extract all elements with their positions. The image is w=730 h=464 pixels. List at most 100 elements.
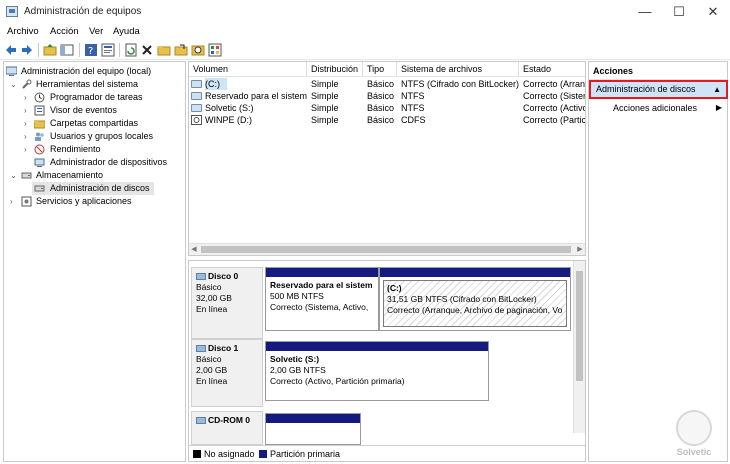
table-row[interactable]: WINPE (D:) Simple Básico CDFS Correcto (… [189,114,585,126]
menu-bar: Archivo Acción Ver Ayuda [0,24,730,40]
actions-header: Acciones [589,62,727,80]
cd-drive-icon [196,417,206,425]
tree-item-programador[interactable]: › Programador de tareas [6,91,184,104]
partition-bar [380,268,570,277]
partition-solvetic[interactable]: Solvetic (S:) 2,00 GB NTFS Correcto (Act… [265,341,489,401]
performance-icon [34,144,45,155]
show-hide-tree-icon[interactable] [60,43,74,57]
cd-drive-icon [191,115,202,125]
horizontal-scrollbar[interactable]: ◀ ▶ [189,243,585,255]
scrollbar-thumb[interactable] [201,246,571,253]
partition-bar [266,268,378,277]
window-title: Administración de equipos [24,6,142,17]
tree-item-rendimiento[interactable]: › Rendimiento [6,143,184,156]
cdrom-0-info[interactable]: CD-ROM 0 [191,411,263,445]
menu-archivo[interactable]: Archivo [7,26,39,37]
clock-icon [34,92,45,103]
chevron-right-icon[interactable]: › [24,117,27,130]
maximize-button[interactable]: ☐ [662,0,696,24]
toolbar-separator [79,43,80,57]
column-header-tipo[interactable]: Tipo [363,62,397,77]
toolbar: ? [0,40,730,60]
volume-list-header: Volumen Distribución Tipo Sistema de arc… [189,62,585,77]
menu-ver[interactable]: Ver [89,26,103,37]
menu-accion[interactable]: Acción [50,26,79,37]
chevron-right-icon[interactable]: › [10,195,13,208]
toolbar-separator [119,43,120,57]
tree-root[interactable]: Administración del equipo (local) [6,65,184,78]
volume-icon [191,80,202,88]
forward-arrow-icon[interactable] [20,43,34,57]
export-folder-icon[interactable] [174,43,188,57]
vertical-scrollbar[interactable] [573,261,585,433]
event-viewer-icon [34,105,45,116]
search-icon[interactable] [191,43,205,57]
computer-icon [6,66,17,76]
chevron-down-icon[interactable]: ⌄ [10,169,17,182]
chevron-down-icon[interactable]: ⌄ [10,78,17,91]
properties-icon[interactable] [101,43,115,57]
minimize-button[interactable]: — [628,0,662,24]
settings-icon[interactable] [208,43,222,57]
disk-icon [196,273,206,281]
open-folder-icon[interactable] [157,43,171,57]
actions-item-adicionales[interactable]: Acciones adicionales ▶ [589,101,727,115]
tree-item-servicios[interactable]: › Servicios y aplicaciones [6,195,184,208]
device-manager-icon [34,158,45,167]
tree-item-visor[interactable]: › Visor de eventos [6,104,184,117]
help-icon[interactable]: ? [84,43,98,57]
disk-1-info[interactable]: Disco 1 Básico 2,00 GB En línea [191,339,263,407]
tree-item-carpetas[interactable]: › Carpetas compartidas [6,117,184,130]
users-icon [35,132,44,141]
partition-reservado[interactable]: Reservado para el sistem 500 MB NTFS Cor… [265,267,379,331]
chevron-right-icon[interactable]: › [24,91,27,104]
disk-0-info[interactable]: Disco 0 Básico 32,00 GB En línea [191,267,263,339]
watermark-icon [676,410,712,446]
tree-item-herramientas[interactable]: ⌄ Herramientas del sistema [6,78,184,91]
actions-section-admin-discos[interactable]: Administración de discos ▲ [589,80,728,99]
refresh-icon[interactable] [124,43,138,57]
tree-item-admin-discos[interactable]: Administración de discos [32,182,154,195]
column-header-distribucion[interactable]: Distribución [307,62,363,77]
chevron-right-icon: ▶ [715,103,722,112]
partition-bar [266,342,488,351]
actions-pane: Acciones Administración de discos ▲ Acci… [588,61,728,462]
navigation-tree: Administración del equipo (local) ⌄ Herr… [3,61,186,462]
scroll-left-icon[interactable]: ◀ [189,244,199,255]
legend: No asignado Partición primaria [189,445,585,461]
partition-winpe[interactable] [265,413,361,445]
legend-swatch-unallocated [193,450,201,458]
close-button[interactable]: ✕ [696,0,730,24]
column-header-sistema-archivos[interactable]: Sistema de archivos [397,62,519,77]
table-row[interactable]: Solvetic (S:) Simple Básico NTFS Correct… [189,102,585,114]
computer-management-icon [6,6,18,17]
chevron-right-icon[interactable]: › [24,143,27,156]
partition-bar [266,414,360,423]
table-row[interactable]: (C:) Simple Básico NTFS (Cifrado con Bit… [189,78,585,90]
delete-icon[interactable] [140,43,154,57]
volume-icon [191,92,202,100]
collapse-up-icon[interactable]: ▲ [713,82,721,97]
partition-c[interactable]: (C:) 31,51 GB NTFS (Cifrado con BitLocke… [379,267,571,331]
volume-icon [191,104,202,112]
back-arrow-icon[interactable] [4,43,18,57]
scroll-right-icon[interactable]: ▶ [575,244,585,255]
tools-icon [22,79,32,89]
tree-item-dispositivos[interactable]: Administrador de dispositivos [6,156,184,169]
tree-item-usuarios[interactable]: › Usuarios y grupos locales [6,130,184,143]
scrollbar-thumb[interactable] [576,271,583,381]
chevron-right-icon[interactable]: › [24,104,27,117]
column-header-volumen[interactable]: Volumen [189,62,307,77]
up-folder-icon[interactable] [43,43,57,57]
legend-swatch-primary [259,450,267,458]
table-row[interactable]: Reservado para el sistema Simple Básico … [189,90,585,102]
tree-item-almacenamiento[interactable]: ⌄ Almacenamiento [6,169,184,182]
services-icon [21,196,32,207]
shared-folder-icon [34,120,45,129]
menu-ayuda[interactable]: Ayuda [113,26,140,37]
volume-list: Volumen Distribución Tipo Sistema de arc… [188,61,586,256]
storage-icon [21,172,32,179]
chevron-right-icon[interactable]: › [24,130,27,143]
disk-icon [34,185,45,192]
column-header-estado[interactable]: Estado [519,62,585,77]
